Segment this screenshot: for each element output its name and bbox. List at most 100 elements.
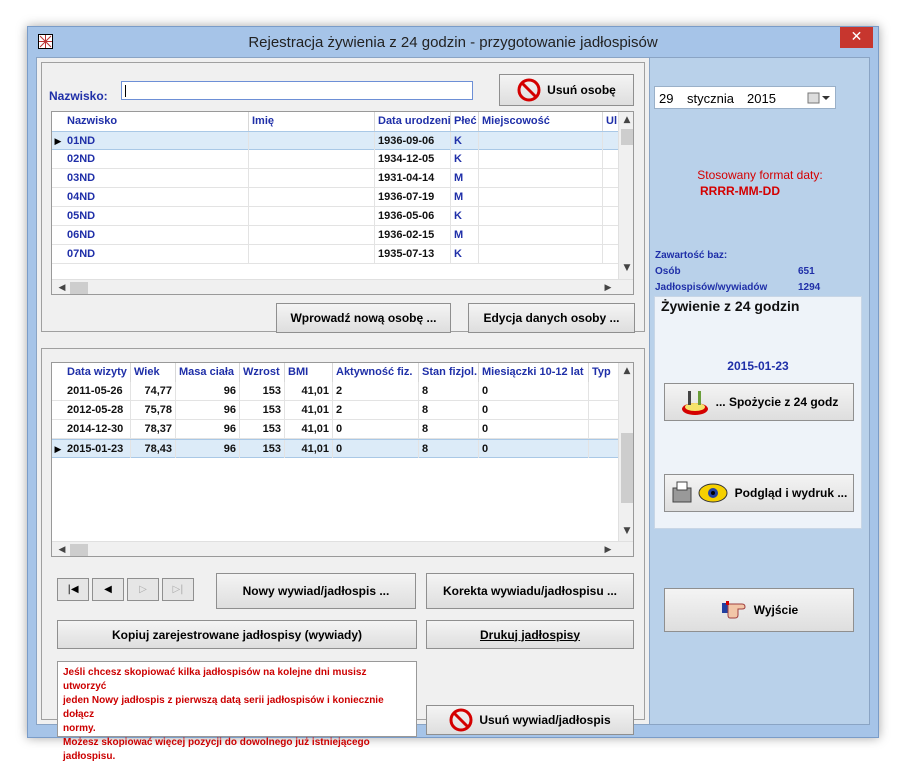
scroll-down-icon[interactable]: ▼ [619, 260, 633, 276]
window-title: Rejestracja żywienia z 24 godzin - przyg… [248, 34, 658, 51]
close-button[interactable]: ✕ [840, 27, 873, 48]
table-cell: 05ND [64, 207, 249, 225]
nav-last-icon[interactable]: ▷| [162, 578, 194, 601]
table-row[interactable]: 05ND 1936-05-06 K [52, 207, 618, 226]
scroll-thumb[interactable] [70, 282, 88, 294]
table-row[interactable]: 2014-12-30 78,37 96 153 41,01 0 8 0 [52, 420, 618, 439]
col-wiek[interactable]: Wiek [131, 363, 176, 382]
table-cell [479, 207, 603, 225]
current-visit-date: 2015-01-23 [727, 359, 789, 373]
persons-grid[interactable]: Nazwisko Imię Data urodzenia Płeć Miejsc… [51, 111, 634, 295]
search-input[interactable] [121, 81, 473, 100]
edit-person-button[interactable]: Edycja danych osoby ... [468, 303, 635, 333]
new-person-button[interactable]: Wprowadź nową osobę ... [276, 303, 451, 333]
scroll-thumb[interactable] [70, 544, 88, 556]
scroll-right-icon[interactable]: ▶ [600, 280, 616, 294]
scroll-thumb[interactable] [621, 129, 633, 145]
col-miesiaczki[interactable]: Miesiączki 10-12 lat [479, 363, 589, 382]
table-cell: 96 [176, 440, 240, 458]
table-row[interactable]: 03ND 1931-04-14 M [52, 169, 618, 188]
col-wzrost[interactable]: Wzrost [240, 363, 285, 382]
table-row[interactable]: ▶ 2015-01-23 78,43 96 153 41,01 0 8 0 [52, 439, 618, 458]
col-stan[interactable]: Stan fizjol. [419, 363, 479, 382]
nav-prev-icon[interactable]: ◀ [92, 578, 124, 601]
col-data-wizyty[interactable]: Data wizyty [64, 363, 131, 382]
exit-button[interactable]: Wyjście [664, 588, 854, 632]
table-cell: 2 [333, 382, 419, 400]
table-cell [479, 188, 603, 206]
scroll-left-icon[interactable]: ◀ [54, 280, 70, 294]
col-nazwisko[interactable]: Nazwisko [64, 112, 249, 131]
table-row[interactable]: 02ND 1934-12-05 K [52, 150, 618, 169]
table-cell: 03ND [64, 169, 249, 187]
nav-next-icon[interactable]: ▷ [127, 578, 159, 601]
scroll-thumb[interactable] [621, 433, 633, 503]
scroll-down-icon[interactable]: ▼ [619, 523, 633, 539]
row-indicator [52, 150, 64, 168]
col-data-urodzenia[interactable]: Data urodzenia [375, 112, 451, 131]
row-indicator: ▶ [54, 136, 62, 146]
table-row[interactable]: 06ND 1936-02-15 M [52, 226, 618, 245]
table-cell: 1934-12-05 [375, 150, 451, 168]
col-masa[interactable]: Masa ciała [176, 363, 240, 382]
date-picker[interactable]: 29 stycznia 2015 [654, 86, 836, 109]
col-miejscowosc[interactable]: Miejscowość [479, 112, 603, 131]
table-row[interactable]: 2011-05-26 74,77 96 153 41,01 2 8 0 [52, 382, 618, 401]
table-cell: 96 [176, 382, 240, 400]
table-row[interactable]: 07ND 1935-07-13 K [52, 245, 618, 264]
correct-interview-button[interactable]: Korekta wywiadu/jadłospisu ... [426, 573, 634, 609]
table-cell [479, 150, 603, 168]
table-row[interactable]: 04ND 1936-07-19 M [52, 188, 618, 207]
delete-interview-button[interactable]: Usuń wywiad/jadłospis [426, 705, 634, 735]
table-cell: 96 [176, 420, 240, 438]
col-aktywnosc[interactable]: Aktywność fiz. [333, 363, 419, 382]
left-panel: Nazwisko: Usuń osobę Nazwisko Imię Data … [37, 58, 649, 762]
col-ul[interactable]: Ul [603, 112, 619, 131]
table-cell: 8 [419, 382, 479, 400]
scroll-up-icon[interactable]: ▲ [619, 112, 633, 128]
persons-count-label: Osób [655, 266, 681, 277]
scroll-right-icon[interactable]: ▶ [600, 542, 616, 556]
table-cell: 1935-07-13 [375, 245, 451, 263]
persons-grid-header: Nazwisko Imię Data urodzenia Płeć Miejsc… [52, 112, 633, 131]
delete-person-button[interactable]: Usuń osobę [499, 74, 634, 106]
exit-label: Wyjście [753, 603, 799, 617]
table-cell: 1936-07-19 [375, 188, 451, 206]
scroll-left-icon[interactable]: ◀ [54, 542, 70, 556]
scroll-up-icon[interactable]: ▲ [619, 363, 633, 379]
visits-grid[interactable]: Data wizyty Wiek Masa ciała Wzrost BMI A… [51, 362, 634, 557]
visits-vscroll[interactable]: ▲ ▼ [618, 363, 633, 541]
search-label: Nazwisko: [49, 89, 108, 103]
copy-interviews-button[interactable]: Kopiuj zarejestrowane jadłospisy (wywiad… [57, 620, 417, 649]
table-cell: 0 [479, 420, 589, 438]
print-menus-button[interactable]: Drukuj jadłospisy [426, 620, 634, 649]
visits-hscroll[interactable]: ◀ ▶ [52, 541, 633, 556]
intake-24h-button[interactable]: ... Spożycie z 24 godz [664, 383, 854, 421]
title-bar: Rejestracja żywienia z 24 godzin - przyg… [28, 27, 878, 57]
table-cell [479, 132, 603, 150]
no-entry-icon [449, 708, 473, 732]
table-cell: K [451, 132, 479, 150]
table-row[interactable]: ▶ 01ND 1936-09-06 K [52, 131, 618, 150]
col-typ[interactable]: Typ [589, 363, 619, 382]
preview-print-button[interactable]: Podgląd i wydruk ... [664, 474, 854, 512]
new-interview-button[interactable]: Nowy wywiad/jadłospis ... [216, 573, 416, 609]
table-cell: 04ND [64, 188, 249, 206]
calendar-icon[interactable] [807, 92, 831, 104]
table-cell: M [451, 226, 479, 244]
persons-vscroll[interactable]: ▲ ▼ [618, 112, 633, 279]
table-cell [479, 226, 603, 244]
table-cell [249, 245, 375, 263]
table-row[interactable]: 2012-05-28 75,78 96 153 41,01 2 8 0 [52, 401, 618, 420]
nav-first-icon[interactable]: |◀ [57, 578, 89, 601]
table-cell: 0 [479, 382, 589, 400]
table-cell: 2011-05-26 [64, 382, 131, 400]
col-imie[interactable]: Imię [249, 112, 375, 131]
menus-count-label: Jadłospisów/wywiadów [655, 282, 768, 293]
col-bmi[interactable]: BMI [285, 363, 333, 382]
table-cell: K [451, 150, 479, 168]
col-plec[interactable]: Płeć [451, 112, 479, 131]
food-plate-icon [681, 391, 708, 415]
persons-hscroll[interactable]: ◀ ▶ [52, 279, 633, 294]
table-cell [249, 132, 375, 150]
